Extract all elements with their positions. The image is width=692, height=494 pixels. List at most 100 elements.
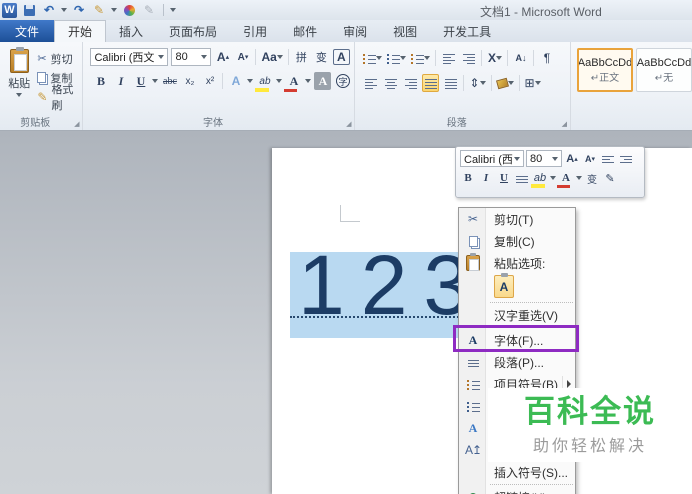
decrease-indent-button[interactable]	[440, 49, 457, 67]
mini-phonetic-button[interactable]: 变	[584, 170, 600, 186]
menu-item-reconvert[interactable]: 汉字重选(V)	[459, 304, 575, 326]
bullets-icon	[465, 376, 481, 392]
globe-icon: ⊕	[465, 489, 481, 494]
paragraph-icon	[465, 354, 481, 370]
show-marks-button[interactable]: ¶	[538, 49, 555, 67]
redo-button[interactable]: ↷	[71, 2, 87, 18]
justify-button[interactable]	[422, 74, 440, 92]
keep-source-formatting-button[interactable]: A	[494, 273, 514, 298]
highlight-button[interactable]: ab	[255, 72, 273, 92]
mini-shrink-font-button[interactable]: A ▾	[582, 151, 598, 167]
mini-font-size-value: 80	[530, 152, 543, 165]
grow-font-button[interactable]: A ▴	[214, 48, 231, 66]
align-center-button[interactable]	[382, 74, 399, 92]
bold-button[interactable]: B	[92, 72, 109, 90]
font-dialog-launcher[interactable]: ◢	[346, 120, 351, 128]
underline-arrow-icon[interactable]	[152, 79, 159, 83]
qat-separator	[163, 4, 164, 16]
style-sample: AaBbCcDd	[636, 56, 692, 69]
increase-indent-icon	[620, 154, 632, 163]
align-left-button[interactable]	[362, 74, 379, 92]
paste-dropdown-arrow-icon[interactable]	[16, 93, 23, 97]
character-shading-button[interactable]: A	[314, 72, 332, 90]
style-chip-no-spacing[interactable]: AaBbCcDd ↵无	[636, 48, 692, 92]
text-effects-button[interactable]: A	[227, 72, 244, 90]
menu-item-paragraph[interactable]: 段落(P)...	[459, 351, 575, 373]
scissors-icon: ✂	[37, 53, 47, 65]
menu-item-cut[interactable]: ✂ 剪切(T)	[459, 208, 575, 230]
increase-indent-button[interactable]	[460, 49, 477, 67]
underline-button[interactable]: U	[132, 72, 149, 90]
decrease-indent-icon	[442, 52, 455, 64]
tab-home[interactable]: 开始	[54, 20, 107, 42]
mini-grow-font-button[interactable]: A ▴	[564, 151, 580, 167]
color-sphere-button[interactable]	[121, 2, 137, 18]
mini-highlight-button[interactable]: ab	[531, 170, 548, 188]
character-border-button[interactable]: A	[332, 49, 350, 65]
tab-insert[interactable]: 插入	[106, 20, 156, 42]
mini-underline-button[interactable]: U	[496, 170, 512, 186]
clipboard-dialog-launcher[interactable]: ◢	[74, 120, 79, 128]
asian-layout-button[interactable]: X	[486, 49, 503, 67]
menu-item-insert-symbol[interactable]: 插入符号(S)...	[459, 461, 575, 483]
font-color-button[interactable]: A	[284, 72, 302, 92]
distribute-button[interactable]	[442, 74, 459, 92]
strikethrough-button[interactable]: abc	[161, 72, 178, 90]
format-painter-button[interactable]: ✎ 格式刷	[35, 84, 79, 112]
enclose-characters-button[interactable]: 字	[334, 72, 351, 90]
brush-dropdown-arrow-icon[interactable]	[111, 8, 117, 12]
tab-file[interactable]: 文件	[0, 20, 55, 42]
shading-button[interactable]	[495, 74, 515, 92]
sort-button[interactable]: A↓	[512, 49, 529, 67]
format-brush-button[interactable]: ✎	[91, 2, 107, 18]
align-right-button[interactable]	[402, 74, 419, 92]
word-logo-icon[interactable]: W	[2, 2, 17, 18]
paragraph-dialog-launcher[interactable]: ◢	[562, 120, 567, 128]
tab-review[interactable]: 审阅	[330, 20, 380, 42]
mini-bold-button[interactable]: B	[460, 170, 476, 186]
shrink-font-button[interactable]: A ▾	[234, 48, 251, 66]
numbering-button[interactable]	[386, 49, 407, 67]
mini-increase-indent-button[interactable]	[618, 151, 634, 167]
customize-qat-arrow-icon[interactable]	[170, 8, 176, 12]
save-button[interactable]	[21, 2, 37, 18]
mini-center-button[interactable]	[514, 170, 530, 186]
style-chip-normal[interactable]: AaBbCcDd ↵正文	[577, 48, 633, 92]
tab-mailings[interactable]: 邮件	[280, 20, 330, 42]
character-scale-button[interactable]: 变	[313, 48, 330, 66]
undo-button[interactable]: ↶	[41, 2, 57, 18]
font-name-combo[interactable]: Calibri (西文	[90, 48, 169, 66]
menu-item-hyperlink[interactable]: ⊕ 超链接(H)...	[459, 486, 575, 494]
tab-references[interactable]: 引用	[230, 20, 280, 42]
mini-font-name-combo[interactable]: Calibri (西	[460, 150, 524, 167]
undo-dropdown-arrow-icon[interactable]	[61, 8, 67, 12]
paste-button[interactable]: 粘贴	[3, 45, 35, 109]
mini-italic-button[interactable]: I	[478, 170, 494, 186]
font-size-combo[interactable]: 80	[171, 48, 212, 66]
tab-view[interactable]: 视图	[380, 20, 430, 42]
group-styles: AaBbCcDd ↵正文 AaBbCcDd ↵无	[571, 42, 692, 130]
format-painter-icon: ✎	[37, 89, 48, 104]
highlight-arrow-icon[interactable]	[276, 79, 283, 83]
text-effects-arrow-icon[interactable]	[247, 79, 254, 83]
tab-developer[interactable]: 开发工具	[430, 20, 504, 42]
mini-decrease-indent-button[interactable]	[600, 151, 616, 167]
italic-button[interactable]: I	[112, 72, 129, 90]
mini-font-color-button[interactable]: A	[557, 170, 574, 188]
change-case-button[interactable]: Aa	[260, 48, 283, 66]
subscript-button[interactable]: x₂	[181, 72, 198, 90]
borders-button[interactable]: ⊞	[524, 74, 542, 92]
phonetic-guide-button[interactable]: 拼	[293, 48, 310, 66]
bullets-button[interactable]	[362, 49, 383, 67]
superscript-button[interactable]: x²	[201, 72, 218, 90]
numbering-icon	[465, 398, 481, 414]
mini-font-size-combo[interactable]: 80	[526, 150, 562, 167]
font-color-arrow-icon[interactable]	[305, 79, 312, 83]
align-right-icon	[404, 77, 417, 89]
mini-format-painter-button[interactable]: ✎	[602, 170, 618, 186]
multilevel-list-button[interactable]	[410, 49, 431, 67]
line-spacing-button[interactable]: ⇕	[468, 74, 486, 92]
tab-page-layout[interactable]: 页面布局	[156, 20, 230, 42]
cut-button[interactable]: ✂ 剪切	[35, 49, 79, 68]
menu-item-copy[interactable]: 复制(C)	[459, 230, 575, 252]
